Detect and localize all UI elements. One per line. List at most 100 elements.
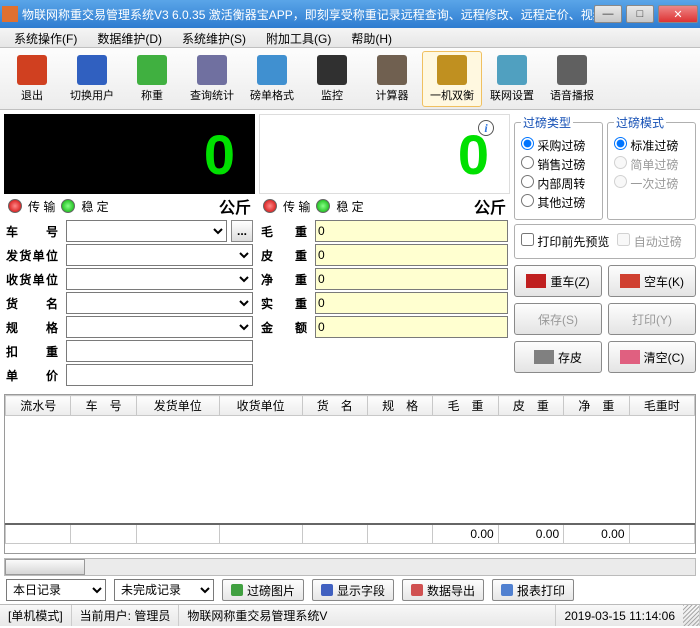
toolbar-1[interactable]: 切换用户 — [62, 51, 122, 107]
type-group: 过磅类型 采购过磅 销售过磅 内部周转 其他过磅 — [514, 114, 603, 220]
label-net: 净 重 — [261, 271, 311, 288]
toolbar-4[interactable]: 磅单格式 — [242, 51, 302, 107]
clear-button[interactable]: 清空(C) — [608, 341, 696, 373]
stable-led-right — [316, 199, 330, 213]
export-icon — [411, 584, 423, 596]
toolbar-5[interactable]: 监控 — [302, 51, 362, 107]
goods-select[interactable] — [66, 292, 253, 314]
toolbar-icon — [17, 55, 47, 85]
label-goods: 货 名 — [6, 295, 62, 312]
preview-checkbox[interactable]: 打印前先预览 — [521, 233, 609, 250]
col-header[interactable]: 车 号 — [71, 396, 136, 416]
net-input[interactable] — [315, 268, 508, 290]
info-icon[interactable]: i — [478, 120, 494, 136]
mode-legend: 过磅模式 — [614, 114, 666, 131]
toolbar-icon — [197, 55, 227, 85]
status-sys: 物联网称重交易管理系统V — [179, 605, 556, 626]
close-button[interactable]: ✕ — [658, 5, 698, 23]
eraser-icon — [620, 350, 640, 364]
export-button[interactable]: 数据导出 — [402, 579, 484, 601]
toolbar-icon — [557, 55, 587, 85]
toolbar-3[interactable]: 查询统计 — [182, 51, 242, 107]
tx-label-right: 传 输 — [283, 198, 310, 215]
menu-help[interactable]: 帮助(H) — [341, 28, 402, 47]
empty-button[interactable]: 空车(K) — [608, 265, 696, 297]
columns-icon — [321, 584, 333, 596]
records-table[interactable]: 流水号车 号发货单位收货单位货 名规 格毛 重皮 重净 重毛重时 0.000.0… — [4, 394, 696, 554]
radio-其他过磅[interactable]: 其他过磅 — [521, 194, 596, 211]
amt-input[interactable] — [315, 316, 508, 338]
col-header[interactable]: 收货单位 — [219, 396, 302, 416]
status-user: 当前用户: 管理员 — [72, 605, 180, 626]
print-button: 打印(Y) — [608, 303, 696, 335]
toolbar-0[interactable]: 退出 — [2, 51, 62, 107]
col-header[interactable]: 毛 重 — [433, 396, 498, 416]
menu-bar: 系统操作(F) 数据维护(D) 系统维护(S) 附加工具(G) 帮助(H) — [0, 28, 700, 48]
menu-data[interactable]: 数据维护(D) — [87, 28, 172, 47]
col-header[interactable]: 货 名 — [302, 396, 367, 416]
report-button[interactable]: 报表打印 — [492, 579, 574, 601]
radio-一次过磅: 一次过磅 — [614, 175, 689, 192]
toolbar-icon — [317, 55, 347, 85]
tare-input[interactable] — [315, 244, 508, 266]
type-legend: 过磅类型 — [521, 114, 573, 131]
label-deduct: 扣 重 — [6, 343, 62, 360]
stable-led-left — [61, 199, 75, 213]
window-title: 物联网称重交易管理系统V3 6.0.35 激活衡器宝APP，即刻享受称重记录远程… — [22, 6, 594, 23]
heavy-button[interactable]: 重车(Z) — [514, 265, 602, 297]
resize-grip[interactable] — [683, 605, 700, 626]
status-bar: [单机模式] 当前用户: 管理员 物联网称重交易管理系统V 2019-03-15… — [0, 604, 700, 626]
menu-tools[interactable]: 附加工具(G) — [256, 28, 341, 47]
real-input[interactable] — [315, 292, 508, 314]
toolbar-6[interactable]: 计算器 — [362, 51, 422, 107]
col-header[interactable]: 发货单位 — [136, 396, 219, 416]
deduct-input[interactable] — [66, 340, 253, 362]
col-header[interactable]: 净 重 — [564, 396, 629, 416]
toolbar-9[interactable]: 语音播报 — [542, 51, 602, 107]
toolbar-2[interactable]: 称重 — [122, 51, 182, 107]
images-button[interactable]: 过磅图片 — [222, 579, 304, 601]
gross-input[interactable] — [315, 220, 508, 242]
date-filter-select[interactable]: 本日记录 — [6, 579, 106, 601]
label-tare: 皮 重 — [261, 247, 311, 264]
spec-select[interactable] — [66, 316, 253, 338]
truck-icon — [526, 274, 546, 288]
col-header[interactable]: 流水号 — [6, 396, 71, 416]
h-scrollbar[interactable] — [4, 558, 696, 576]
unit-right: 公斤 — [474, 194, 506, 218]
toolbar-7[interactable]: 一机双衡 — [422, 51, 482, 107]
toolbar: 退出切换用户称重查询统计磅单格式监控计算器一机双衡联网设置语音播报 — [0, 48, 700, 110]
menu-maintain[interactable]: 系统维护(S) — [172, 28, 256, 47]
disk-icon — [534, 350, 554, 364]
radio-销售过磅[interactable]: 销售过磅 — [521, 156, 596, 173]
label-car: 车 号 — [6, 223, 62, 240]
maximize-button[interactable]: □ — [626, 5, 654, 23]
minimize-button[interactable]: ― — [594, 5, 622, 23]
toolbar-8[interactable]: 联网设置 — [482, 51, 542, 107]
price-input[interactable] — [66, 364, 253, 386]
image-icon — [231, 584, 243, 596]
stable-label-left: 稳 定 — [81, 198, 108, 215]
label-real: 实 重 — [261, 295, 311, 312]
weight-display-right: 0 — [259, 114, 510, 194]
toolbar-icon — [497, 55, 527, 85]
radio-采购过磅[interactable]: 采购过磅 — [521, 137, 596, 154]
send-select[interactable] — [66, 244, 253, 266]
fields-button[interactable]: 显示字段 — [312, 579, 394, 601]
label-amt: 金 额 — [261, 319, 311, 336]
status-filter-select[interactable]: 未完成记录 — [114, 579, 214, 601]
store-tare-button[interactable]: 存皮 — [514, 341, 602, 373]
car-select[interactable] — [66, 220, 227, 242]
col-header[interactable]: 规 格 — [367, 396, 432, 416]
toolbar-icon — [137, 55, 167, 85]
car-lookup-button[interactable]: ... — [231, 220, 253, 242]
col-header[interactable]: 毛重时 — [629, 396, 694, 416]
radio-标准过磅[interactable]: 标准过磅 — [614, 137, 689, 154]
col-header[interactable]: 皮 重 — [498, 396, 563, 416]
stable-label-right: 稳 定 — [336, 198, 363, 215]
radio-内部周转[interactable]: 内部周转 — [521, 175, 596, 192]
app-icon — [2, 6, 18, 22]
tx-label-left: 传 输 — [28, 198, 55, 215]
recv-select[interactable] — [66, 268, 253, 290]
menu-system[interactable]: 系统操作(F) — [4, 28, 87, 47]
